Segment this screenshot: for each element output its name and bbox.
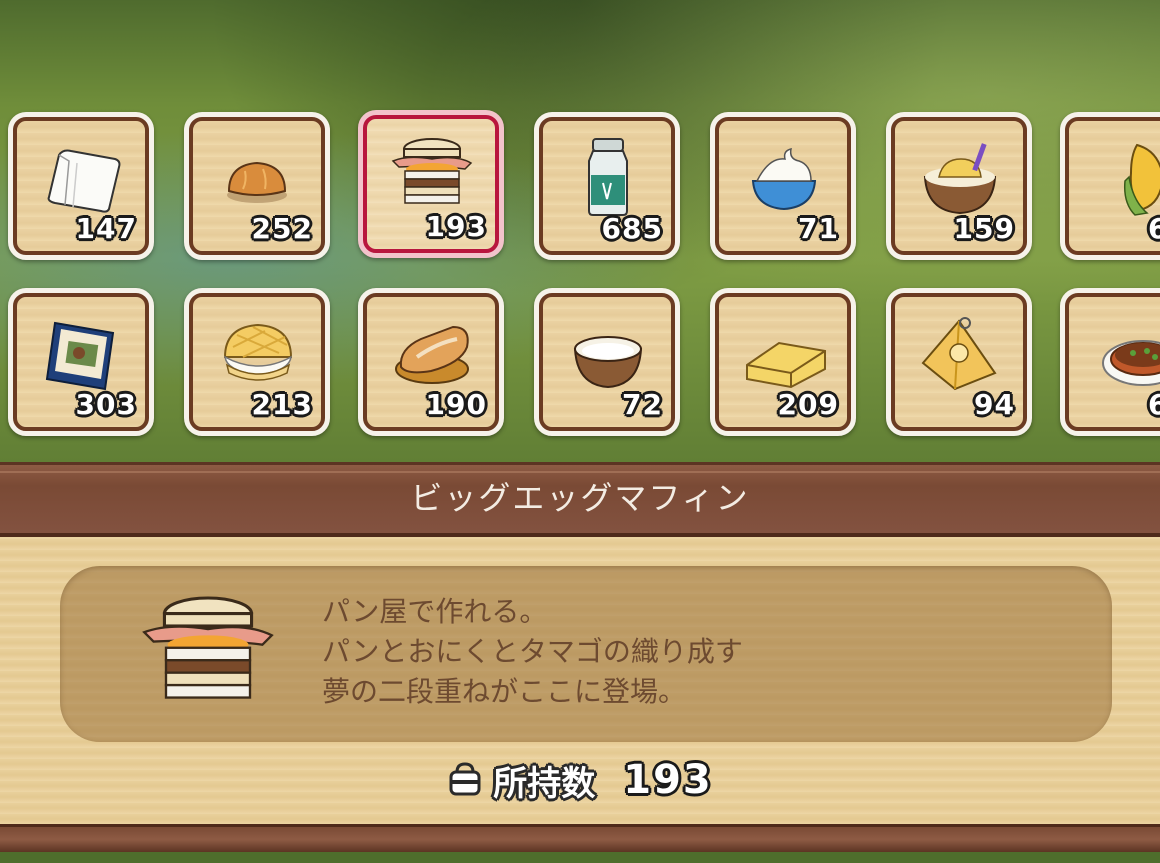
slot-frame: 159	[891, 117, 1027, 255]
description-line: パンとおにくとタマゴの織り成す	[322, 635, 743, 668]
slot-frame-selected: 193	[363, 115, 499, 253]
slot-frame: 209	[715, 293, 851, 431]
item-description: パン屋で作れる。 パンとおにくとタマゴの織り成す 夢の二段重ねがここに登場。	[322, 592, 1062, 712]
item-slot-milk-carton[interactable]: 94	[886, 288, 1032, 436]
milk-bottle-icon	[588, 138, 628, 216]
slot-frame: 213	[189, 293, 325, 431]
slot-frame: 72	[539, 293, 675, 431]
item-slot-butter[interactable]: 209	[710, 288, 856, 436]
item-grid: 147 252 193 685 71 159 303 213 190 72 20…	[0, 0, 1160, 460]
item-slot-coconut-pudding[interactable]: 159	[886, 112, 1032, 260]
bag-icon	[449, 762, 481, 796]
milk-carton-icon	[921, 317, 997, 391]
towel-icon	[47, 149, 121, 213]
item-count: 61	[1148, 388, 1160, 421]
slot-frame: 685	[539, 117, 675, 255]
item-count: 303	[75, 388, 137, 421]
owned-value: 193	[623, 757, 713, 803]
slot-frame: 61	[1065, 293, 1160, 431]
description-line: パン屋で作れる。	[322, 595, 548, 628]
item-slot-coconut-milk[interactable]: 72	[534, 288, 680, 436]
item-slot-milk-bottle[interactable]: 685	[534, 112, 680, 260]
item-count: 159	[953, 212, 1015, 245]
coconut-pudding-icon	[923, 143, 997, 215]
slot-frame: 66	[1065, 117, 1160, 255]
item-count: 72	[622, 388, 663, 421]
coconut-milk-icon	[573, 336, 643, 389]
slot-frame: 190	[363, 293, 499, 431]
item-count: 66	[1148, 212, 1160, 245]
item-slot-bread-roll[interactable]: 252	[184, 112, 330, 260]
item-count: 213	[251, 388, 313, 421]
item-count: 252	[251, 212, 313, 245]
item-slot-whipped-cream[interactable]: 71	[710, 112, 856, 260]
item-detail-panel: ビッグエッグマフィン パン屋で作れる。 パンとおにくとタマゴの織り成す 夢の二段…	[0, 462, 1160, 852]
description-line: 夢の二段重ねがここに登場。	[322, 675, 687, 708]
item-count: 190	[425, 388, 487, 421]
corn-icon	[1123, 143, 1160, 216]
big-egg-muffin-icon	[142, 596, 274, 699]
hot-dog-bun-icon	[395, 325, 469, 384]
item-count: 685	[601, 212, 663, 245]
background-grass	[0, 852, 1160, 863]
panel-bottom-border	[0, 824, 1160, 852]
whipped-cream-icon	[751, 147, 817, 211]
item-name-title: ビッグエッグマフィン	[410, 479, 750, 517]
okonomiyaki-icon	[1102, 340, 1160, 386]
slot-frame: 252	[189, 117, 325, 255]
item-count: 147	[75, 212, 137, 245]
item-slot-okonomiyaki[interactable]: 61	[1060, 288, 1160, 436]
item-slot-towel[interactable]: 147	[8, 112, 154, 260]
slot-frame: 303	[13, 293, 149, 431]
item-count: 71	[798, 212, 839, 245]
item-count: 209	[777, 388, 839, 421]
item-slot-hot-dog-bun[interactable]: 190	[358, 288, 504, 436]
butter-icon	[746, 341, 826, 389]
item-slot-corn[interactable]: 66	[1060, 112, 1160, 260]
item-slot-book[interactable]: 303	[8, 288, 154, 436]
big-egg-muffin-icon	[391, 138, 473, 204]
book-icon	[45, 321, 115, 391]
owned-label: 所持数	[493, 763, 596, 804]
owned-count-row: 所持数 193	[0, 750, 1160, 810]
item-count: 94	[974, 388, 1015, 421]
item-slot-big-egg-muffin[interactable]: 193	[358, 110, 504, 258]
item-count: 193	[425, 210, 487, 243]
melon-bread-icon	[223, 323, 293, 381]
slot-frame: 94	[891, 293, 1027, 431]
description-box: パン屋で作れる。 パンとおにくとタマゴの織り成す 夢の二段重ねがここに登場。	[60, 566, 1112, 742]
slot-frame: 71	[715, 117, 851, 255]
bread-roll-icon	[227, 161, 287, 203]
slot-frame: 147	[13, 117, 149, 255]
item-slot-melon-bread[interactable]: 213	[184, 288, 330, 436]
